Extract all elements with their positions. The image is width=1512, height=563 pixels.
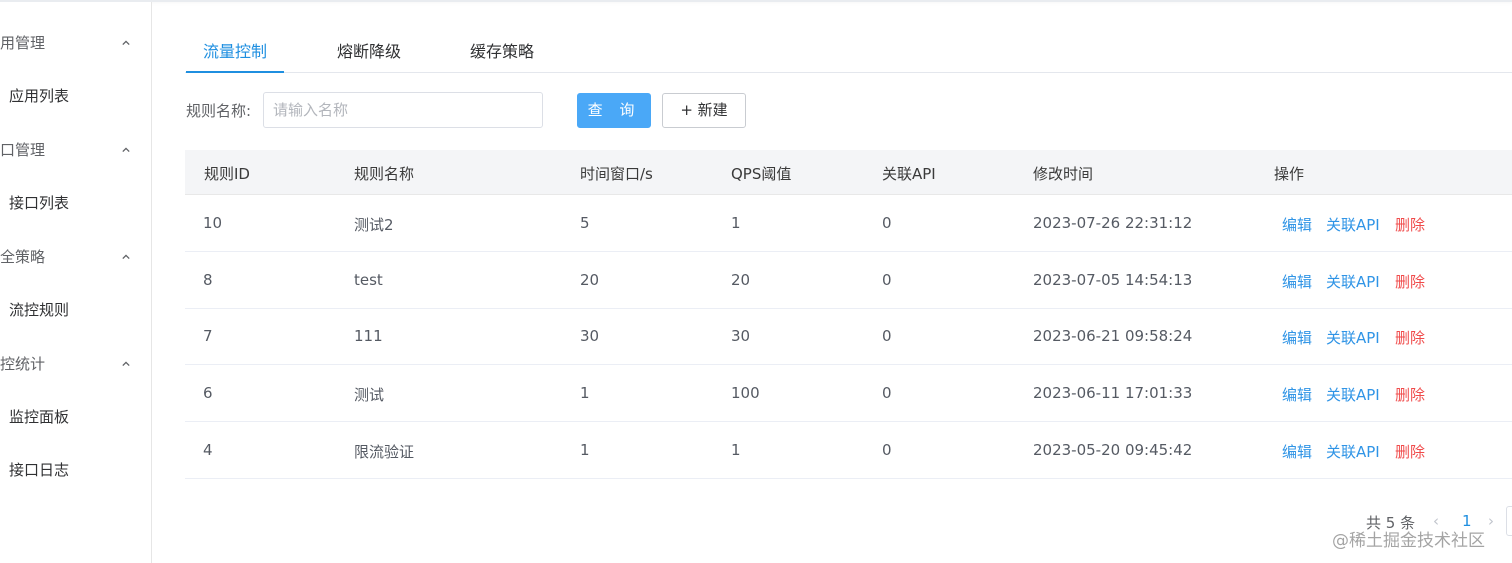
cell-name: 测试 bbox=[354, 386, 385, 404]
table-row: 8 test 20 20 0 2023-07-05 14:54:13 编辑 关联… bbox=[185, 252, 1512, 309]
cell-api: 0 bbox=[882, 327, 892, 345]
cell-window: 30 bbox=[580, 327, 600, 345]
cell-qps: 100 bbox=[731, 384, 760, 402]
table-row: 7 111 30 30 0 2023-06-21 09:58:24 编辑 关联A… bbox=[185, 308, 1512, 365]
chevron-up-icon[interactable] bbox=[122, 39, 130, 47]
cell-qps: 1 bbox=[731, 441, 741, 459]
chevron-up-icon[interactable] bbox=[122, 146, 130, 154]
cell-id: 7 bbox=[203, 327, 213, 345]
link-api-link[interactable]: 关联API bbox=[1326, 384, 1380, 405]
cell-id: 10 bbox=[203, 214, 223, 232]
cell-name: 111 bbox=[354, 327, 383, 345]
cell-api: 0 bbox=[882, 441, 892, 459]
table-row: 6 测试 1 100 0 2023-06-11 17:01:33 编辑 关联AP… bbox=[185, 365, 1512, 422]
link-api-link[interactable]: 关联API bbox=[1326, 441, 1380, 462]
cell-window: 1 bbox=[580, 384, 590, 402]
edit-link[interactable]: 编辑 bbox=[1282, 384, 1312, 405]
next-page-button[interactable]: › bbox=[1488, 512, 1494, 530]
column-header-name[interactable]: 规则名称 bbox=[354, 163, 414, 184]
table-row: 4 限流验证 1 1 0 2023-05-20 09:45:42 编辑 关联AP… bbox=[185, 422, 1512, 479]
rule-name-label: 规则名称: bbox=[186, 102, 252, 120]
cell-name: test bbox=[354, 271, 383, 289]
sidebar-item-interface-list[interactable]: 接口列表 bbox=[9, 192, 69, 213]
cell-qps: 30 bbox=[731, 327, 751, 345]
sidebar-item-app-list[interactable]: 应用列表 bbox=[9, 85, 69, 106]
link-api-link[interactable]: 关联API bbox=[1326, 214, 1380, 235]
tab-cache-policy[interactable]: 缓存策略 bbox=[470, 38, 534, 62]
delete-link[interactable]: 删除 bbox=[1395, 271, 1425, 292]
new-rule-button[interactable]: + 新建 bbox=[662, 93, 746, 128]
cell-name: 测试2 bbox=[354, 216, 394, 234]
page-jump-box[interactable] bbox=[1506, 506, 1512, 536]
table-row: 10 测试2 5 1 0 2023-07-26 22:31:12 编辑 关联AP… bbox=[185, 195, 1512, 252]
table-header: 规则ID 规则名称 时间窗口/s QPS阈值 关联API 修改时间 操作 bbox=[185, 150, 1512, 195]
cell-modified: 2023-07-05 14:54:13 bbox=[1033, 271, 1193, 289]
edit-link[interactable]: 编辑 bbox=[1282, 271, 1312, 292]
chevron-up-icon[interactable] bbox=[122, 360, 130, 368]
cell-modified: 2023-06-21 09:58:24 bbox=[1033, 327, 1193, 345]
cell-id: 8 bbox=[203, 271, 213, 289]
delete-link[interactable]: 删除 bbox=[1395, 327, 1425, 348]
cell-id: 6 bbox=[203, 384, 213, 402]
cell-api: 0 bbox=[882, 271, 892, 289]
watermark: @稀土掘金技术社区 bbox=[1332, 531, 1485, 551]
cell-window: 20 bbox=[580, 271, 600, 289]
sidebar-item-interface-log[interactable]: 接口日志 bbox=[9, 459, 69, 480]
column-header-id[interactable]: 规则ID bbox=[204, 163, 250, 184]
cell-modified: 2023-06-11 17:01:33 bbox=[1033, 384, 1193, 402]
delete-link[interactable]: 删除 bbox=[1395, 441, 1425, 462]
edit-link[interactable]: 编辑 bbox=[1282, 214, 1312, 235]
cell-modified: 2023-05-20 09:45:42 bbox=[1033, 441, 1193, 459]
column-header-actions: 操作 bbox=[1274, 165, 1305, 183]
delete-link[interactable]: 删除 bbox=[1395, 214, 1425, 235]
link-api-link[interactable]: 关联API bbox=[1326, 327, 1380, 348]
edit-link[interactable]: 编辑 bbox=[1282, 441, 1312, 462]
cell-qps: 20 bbox=[731, 271, 751, 289]
column-header-api[interactable]: 关联API bbox=[882, 163, 936, 184]
rule-name-input[interactable] bbox=[263, 92, 543, 128]
cell-name: 限流验证 bbox=[354, 443, 415, 461]
edit-link[interactable]: 编辑 bbox=[1282, 327, 1312, 348]
sidebar-item-monitor-panel[interactable]: 监控面板 bbox=[9, 406, 69, 427]
sidebar-item-flow-rules[interactable]: 流控规则 bbox=[9, 299, 69, 320]
chevron-up-icon[interactable] bbox=[122, 253, 130, 261]
tab-flow-control[interactable]: 流量控制 bbox=[203, 38, 267, 62]
cell-id: 4 bbox=[203, 441, 213, 459]
column-header-modified[interactable]: 修改时间 bbox=[1033, 163, 1093, 184]
column-header-qps[interactable]: QPS阈值 bbox=[731, 163, 791, 184]
tabs-divider bbox=[185, 72, 1512, 73]
tab-circuit-breaker[interactable]: 熔断降级 bbox=[337, 38, 401, 62]
cell-modified: 2023-07-26 22:31:12 bbox=[1033, 214, 1193, 232]
query-button[interactable]: 查 询 bbox=[577, 93, 651, 128]
cell-window: 1 bbox=[580, 441, 590, 459]
link-api-link[interactable]: 关联API bbox=[1326, 271, 1380, 292]
cell-window: 5 bbox=[580, 214, 590, 232]
top-border bbox=[0, 0, 1512, 2]
active-tab-indicator bbox=[186, 71, 284, 73]
sidebar: 用管理 应用列表 口管理 接口列表 全策略 流控规则 控统计 监控面板 接口日志 bbox=[0, 2, 152, 563]
delete-link[interactable]: 删除 bbox=[1395, 384, 1425, 405]
cell-api: 0 bbox=[882, 384, 892, 402]
cell-qps: 1 bbox=[731, 214, 741, 232]
cell-api: 0 bbox=[882, 214, 892, 232]
column-header-window[interactable]: 时间窗口/s bbox=[580, 163, 653, 184]
